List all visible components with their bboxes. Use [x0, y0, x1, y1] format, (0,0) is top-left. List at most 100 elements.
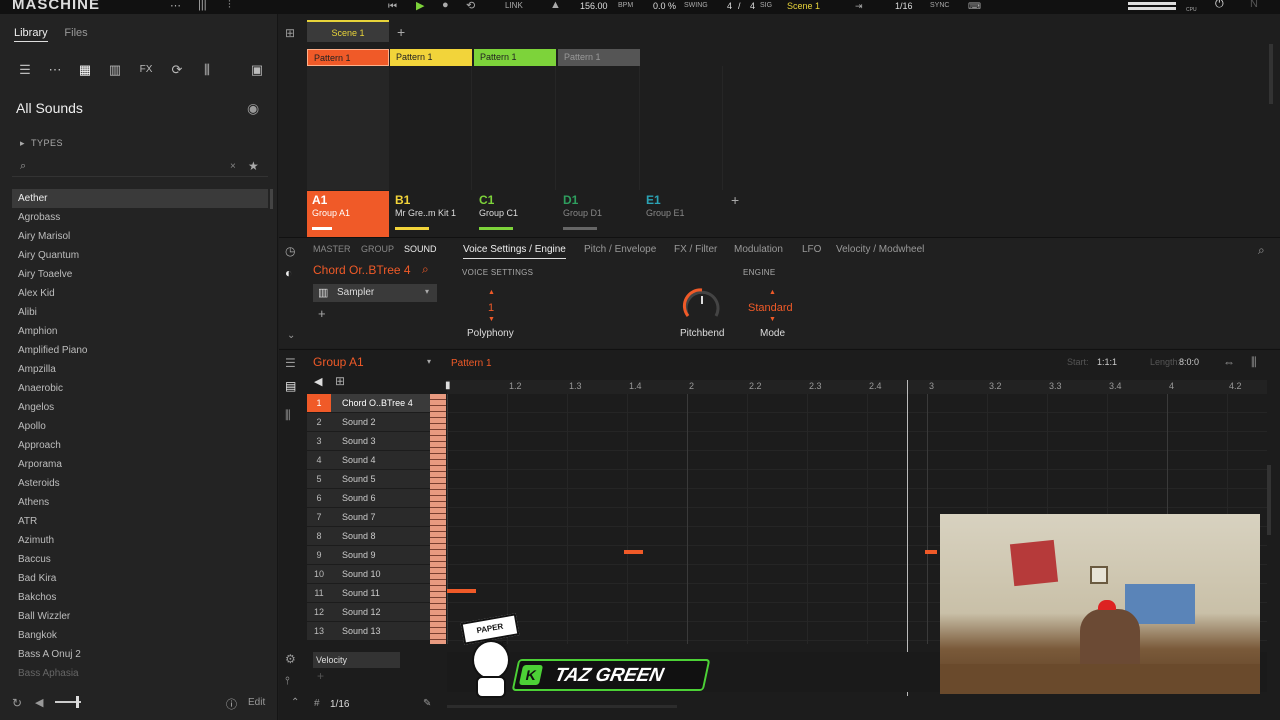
sample-icon[interactable]: ⫼: [198, 62, 216, 78]
current-scene[interactable]: Scene 1: [787, 1, 820, 11]
group-c1[interactable]: C1 Group C1: [474, 191, 556, 237]
group-selector[interactable]: Group A1: [313, 355, 364, 369]
menu-icon[interactable]: ⋯: [170, 0, 181, 12]
length-value[interactable]: 8:0:0: [1179, 357, 1199, 367]
loop-icon[interactable]: ⟳: [168, 62, 186, 78]
pattern-column-b[interactable]: [390, 66, 472, 190]
tab-group[interactable]: GROUP: [361, 244, 394, 254]
mode-up-icon[interactable]: ▲: [769, 289, 776, 296]
polyphony-down-icon[interactable]: ▼: [488, 316, 495, 323]
library-item[interactable]: Approach: [12, 436, 268, 455]
metronome-icon[interactable]: ▲: [550, 0, 561, 11]
record-icon[interactable]: ●: [442, 0, 449, 11]
sound-slot[interactable]: 2 Sound 2: [307, 413, 430, 431]
list-scrollbar[interactable]: [270, 189, 273, 209]
library-item[interactable]: Amplified Piano: [12, 341, 268, 360]
note[interactable]: [925, 550, 937, 554]
library-item[interactable]: Aether: [12, 189, 268, 208]
mute-speaker-icon[interactable]: ◀: [314, 375, 322, 388]
group-dropdown-icon[interactable]: ▾: [427, 357, 431, 366]
sound-slot[interactable]: 5 Sound 5: [307, 470, 430, 488]
collapse-icon[interactable]: ⌄: [287, 330, 295, 341]
grid-resolution[interactable]: 1/16: [330, 699, 349, 710]
sig-denominator[interactable]: 4: [750, 1, 755, 11]
fx-icon[interactable]: FX: [137, 62, 155, 78]
channel-icon[interactable]: ◐: [285, 266, 292, 280]
pattern-column-a[interactable]: [307, 66, 389, 190]
speaker-icon[interactable]: ◀: [35, 696, 43, 709]
tab-voice-settings[interactable]: Voice Settings / Engine: [463, 244, 566, 259]
dropdown-icon[interactable]: ▾: [425, 287, 429, 296]
library-item[interactable]: Ball Wizzler: [12, 607, 268, 626]
loop-icon[interactable]: ⟲: [466, 0, 475, 12]
sounds-icon[interactable]: ▦: [76, 62, 94, 78]
library-item[interactable]: Arporama: [12, 455, 268, 474]
sig-numerator[interactable]: 4: [727, 1, 732, 11]
sound-slot[interactable]: 12 Sound 12: [307, 603, 430, 621]
tab-velocity-modwheel[interactable]: Velocity / Modwheel: [836, 244, 924, 255]
favorites-star-icon[interactable]: ★: [248, 159, 259, 173]
mode-value[interactable]: Standard: [748, 302, 793, 314]
pattern-length-icon[interactable]: ⇔: [1223, 355, 1235, 369]
library-item[interactable]: Asteroids: [12, 474, 268, 493]
power-icon[interactable]: ⏻: [1215, 0, 1224, 11]
tab-master[interactable]: MASTER: [313, 244, 351, 254]
param-search-icon[interactable]: ⌕: [1258, 243, 1265, 258]
search-input[interactable]: ⌕ × ★: [12, 159, 268, 177]
clock-icon[interactable]: ◷: [285, 244, 295, 258]
keyboard-icon[interactable]: ⌨: [968, 1, 981, 12]
collapse-up-icon[interactable]: ⌃: [291, 697, 299, 708]
add-lane-icon[interactable]: +: [317, 669, 324, 683]
library-item[interactable]: Agrobass: [12, 208, 268, 227]
tab-files[interactable]: Files: [64, 27, 87, 39]
sound-slot[interactable]: 6 Sound 6: [307, 489, 430, 507]
arranger-view-icon[interactable]: ⊞: [285, 26, 295, 40]
sync-label[interactable]: SYNC: [930, 2, 949, 9]
library-item[interactable]: Alibi: [12, 303, 268, 322]
group-a1[interactable]: A1 Group A1: [307, 191, 389, 237]
pattern-c1[interactable]: Pattern 1: [474, 49, 556, 66]
group-b1[interactable]: B1 Mr Gre..m Kit 1: [390, 191, 472, 237]
follow-icon[interactable]: ⇥: [855, 1, 863, 12]
bpm-value[interactable]: 156.00: [580, 1, 608, 11]
sound-name[interactable]: Chord Or..BTree 4: [313, 263, 411, 277]
sound-slot[interactable]: 8 Sound 8: [307, 527, 430, 545]
library-item[interactable]: Bass A Onuj 2: [12, 645, 268, 664]
audio-view-icon[interactable]: ⫼: [285, 408, 291, 423]
library-item[interactable]: Bad Kira: [12, 569, 268, 588]
polyphony-up-icon[interactable]: ▲: [488, 289, 495, 296]
groups-icon[interactable]: ⋯: [46, 62, 64, 78]
note[interactable]: [447, 589, 476, 593]
arranger-scrollbar[interactable]: [1269, 44, 1273, 104]
link-button[interactable]: LINK: [505, 1, 523, 10]
library-item[interactable]: Athens: [12, 493, 268, 512]
list-view-icon[interactable]: ☰: [285, 356, 296, 370]
grid-row[interactable]: [447, 413, 1267, 432]
library-item[interactable]: Airy Toaelve: [12, 265, 268, 284]
waveform-icon[interactable]: ⫼: [1251, 355, 1257, 370]
refresh-icon[interactable]: ↻: [12, 696, 22, 710]
sound-slot[interactable]: 13 Sound 13: [307, 622, 430, 640]
sound-slot[interactable]: 10 Sound 10: [307, 565, 430, 583]
sound-slot[interactable]: 9 Sound 9: [307, 546, 430, 564]
instrument-icon[interactable]: ▥: [106, 62, 124, 78]
browser-icon[interactable]: |||: [198, 0, 207, 11]
library-item[interactable]: ATR: [12, 512, 268, 531]
info-icon[interactable]: ⓘ: [226, 696, 237, 712]
settings-icon[interactable]: ⚙: [285, 652, 296, 666]
sound-slot[interactable]: 1 Chord O..BTree 4: [307, 394, 430, 412]
group-e1[interactable]: E1 Group E1: [641, 191, 723, 237]
notes-view-icon[interactable]: ▤: [285, 379, 296, 393]
pitchbend-knob[interactable]: [682, 288, 722, 320]
clear-icon[interactable]: ×: [230, 161, 236, 172]
library-item[interactable]: Angelos: [12, 398, 268, 417]
library-item[interactable]: Bakchos: [12, 588, 268, 607]
play-icon[interactable]: ▶: [416, 0, 424, 12]
grid-row[interactable]: [447, 451, 1267, 470]
types-toggle[interactable]: ▸ TYPES: [20, 138, 63, 149]
grid-hash-icon[interactable]: #: [314, 698, 320, 709]
horizontal-scrollbar[interactable]: [447, 705, 677, 708]
library-item[interactable]: Airy Marisol: [12, 227, 268, 246]
quantize-value[interactable]: 1/16: [895, 1, 913, 11]
grid-row[interactable]: [447, 470, 1267, 489]
